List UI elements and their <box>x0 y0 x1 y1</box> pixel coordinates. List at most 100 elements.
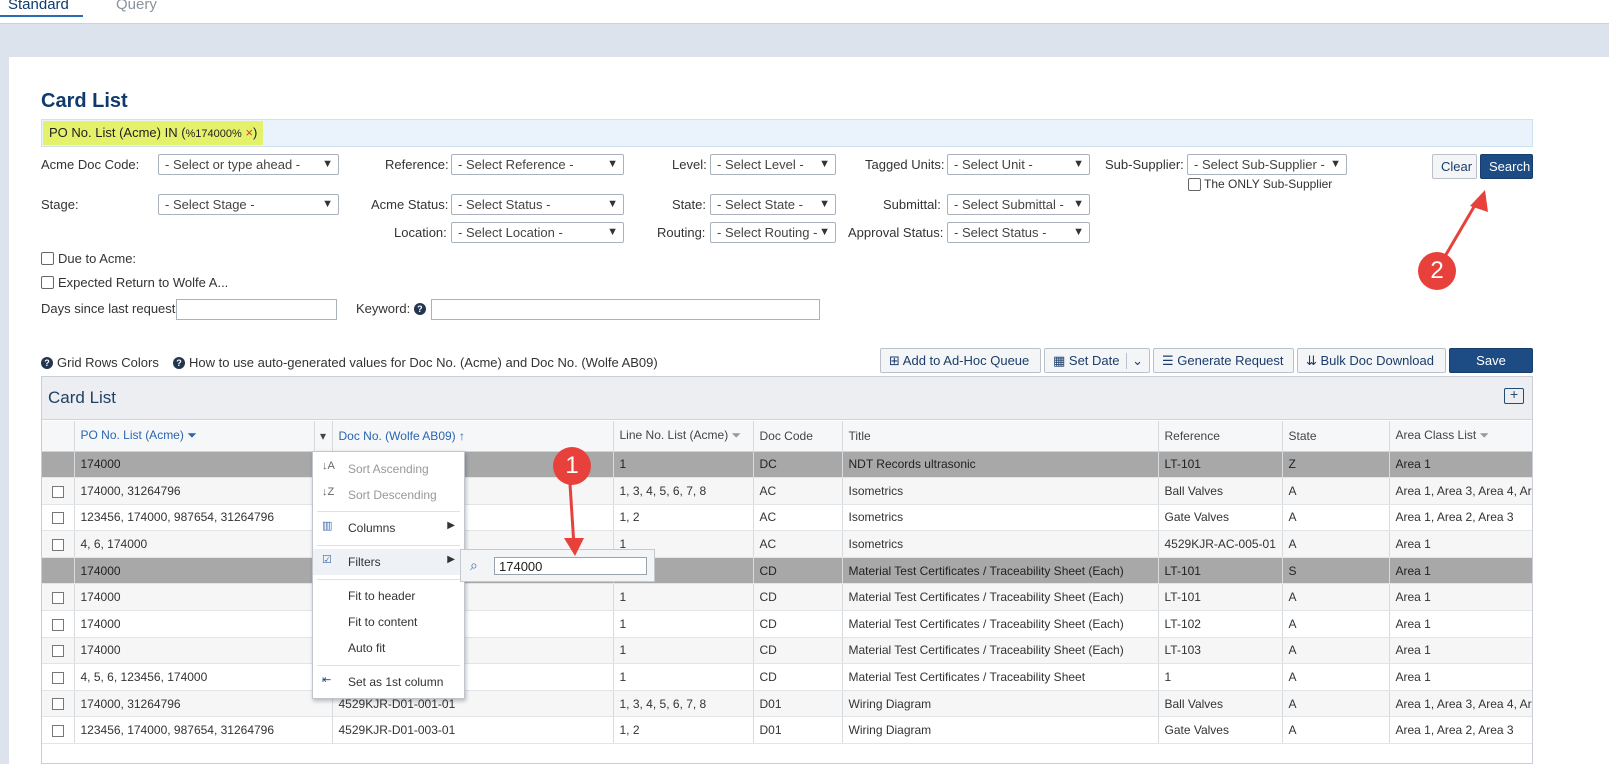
row-checkbox[interactable] <box>51 538 64 551</box>
column-header-title[interactable]: Title <box>842 421 1159 452</box>
bulk-doc-download-button[interactable]: ⇊ Bulk Doc Download <box>1297 348 1446 373</box>
column-header-state[interactable]: State <box>1282 421 1390 452</box>
row-checkbox[interactable] <box>51 485 64 498</box>
cell-ref: LT-101 <box>1158 583 1283 612</box>
close-icon[interactable]: × <box>245 125 253 140</box>
grid-rows-colors-link[interactable]: ? Grid Rows Colors <box>41 355 159 370</box>
column-header-code[interactable]: Doc Code <box>753 421 843 452</box>
approval-status-select[interactable]: - Select Status - ▼ <box>947 222 1090 243</box>
checkbox-checked-icon: ☑ <box>322 554 332 566</box>
keyword-input[interactable] <box>431 299 820 320</box>
table-row[interactable]: 123456, 174000, 987654, 31264796 1, 2 AC Is… <box>42 504 1532 532</box>
only-sub-supplier-checkbox[interactable] <box>1188 178 1201 191</box>
table-row[interactable]: 174000, 31264796 4529KJR-D01-001-01 1, 3, … <box>42 690 1532 718</box>
table-row[interactable]: 4, 6, 174000eet 1 of 1)1ACIsometrics4529… <box>42 530 1532 558</box>
tab-query[interactable]: Query <box>116 0 157 13</box>
row-checkbox-cell[interactable] <box>42 637 75 665</box>
clear-button[interactable]: Clear <box>1432 154 1477 179</box>
filter-value-input[interactable]: 174000 <box>494 557 647 575</box>
menu-sort-ascending[interactable]: ↓A Sort Ascending <box>313 456 464 482</box>
row-checkbox-cell[interactable] <box>42 690 75 718</box>
menu-fit-header[interactable]: Fit to header <box>313 583 464 609</box>
menu-fit-content[interactable]: Fit to content <box>313 609 464 635</box>
column-menu-toggle[interactable]: ▾ <box>314 421 333 452</box>
row-checkbox[interactable] <box>51 592 64 605</box>
cell-title: Material Test Certificates / Traceabilit… <box>842 637 1159 665</box>
cell-doc: 4529KJR-D01-003-01 <box>332 716 614 745</box>
row-checkbox[interactable] <box>51 671 64 684</box>
submittal-label: Submittal: <box>883 197 941 212</box>
chevron-down-icon: ▼ <box>819 226 830 238</box>
column-header-line[interactable]: Line No. List (Acme) ⏷ <box>613 421 754 452</box>
cell-title: NDT Records ultrasonic <box>842 451 1159 479</box>
row-checkbox[interactable] <box>51 645 64 658</box>
approval-status-label: Approval Status: <box>848 225 944 240</box>
location-select[interactable]: - Select Location - ▼ <box>451 222 624 243</box>
row-checkbox[interactable] <box>51 512 64 525</box>
menu-filters[interactable]: ☑ Filters ▶ <box>313 549 464 575</box>
row-checkbox-cell[interactable] <box>42 504 75 532</box>
cell-title: Material Test Certificates / Traceabilit… <box>842 610 1159 638</box>
state-select[interactable]: - Select State - ▼ <box>710 194 836 215</box>
chevron-down-icon[interactable]: ⌄ <box>1126 353 1143 369</box>
level-select[interactable]: - Select Level - ▼ <box>710 154 836 175</box>
row-checkbox-cell[interactable] <box>42 557 75 585</box>
annotation-marker-1: 1 <box>553 447 591 485</box>
menu-sort-descending[interactable]: ↓Z Sort Descending <box>313 482 464 508</box>
row-checkbox-cell[interactable] <box>42 530 75 558</box>
days-since-input[interactable] <box>176 299 337 320</box>
table-row[interactable]: 174000, 31264796 1, 3, 4, 5, 6, 7, 8 AC Iso… <box>42 477 1532 505</box>
table-row[interactable]: 4, 5, 6, 123456, 174000 1 CD Material Test … <box>42 663 1532 691</box>
tab-standard[interactable]: Standard <box>0 0 83 17</box>
help-icon[interactable]: ? <box>413 303 426 315</box>
cell-ref: Gate Valves <box>1158 504 1283 532</box>
table-row[interactable]: 123456, 174000, 987654, 31264796 4529KJR-… <box>42 716 1532 745</box>
row-checkbox[interactable] <box>51 698 64 711</box>
row-checkbox-cell[interactable] <box>42 583 75 612</box>
row-checkbox-cell[interactable] <box>42 610 75 638</box>
acme-status-select[interactable]: - Select Status - ▼ <box>451 194 624 215</box>
due-to-acme-checkbox[interactable] <box>41 252 54 265</box>
add-folder-icon[interactable]: + <box>1504 386 1524 404</box>
row-checkbox[interactable] <box>51 618 64 631</box>
row-checkbox-cell[interactable] <box>42 716 75 745</box>
row-checkbox[interactable] <box>51 725 64 738</box>
set-date-button[interactable]: ▦ Set Date ⌄ <box>1044 348 1150 373</box>
routing-select[interactable]: - Select Routing - ▼ <box>710 222 836 243</box>
table-row[interactable]: 174000 1 CD Material Test Certificates / Tr… <box>42 637 1532 665</box>
table-row[interactable]: 174000 1 CD Material Test Certificates / Tr… <box>42 583 1532 612</box>
tagged-units-select[interactable]: - Select Unit - ▼ <box>947 154 1090 175</box>
cell-ref: Gate Valves <box>1158 716 1283 745</box>
table-row[interactable]: 174000 1 DC NDT Records ultrasonic LT-101 Z Ar… <box>42 451 1532 479</box>
cell-line: 1 <box>613 583 754 612</box>
row-checkbox-cell[interactable] <box>42 477 75 505</box>
row-checkbox-cell[interactable] <box>42 663 75 691</box>
column-header-reference[interactable]: Reference <box>1158 421 1283 452</box>
save-button[interactable]: Save <box>1449 348 1533 373</box>
add-adhoc-queue-button[interactable]: ⊞ Add to Ad-Hoc Queue <box>880 348 1041 373</box>
submittal-select[interactable]: - Select Submittal - ▼ <box>947 194 1090 215</box>
auto-values-help-link[interactable]: ? How to use auto-generated values for Do… <box>173 355 658 370</box>
cell-area: Area 1 <box>1389 583 1532 612</box>
search-button[interactable]: Search <box>1480 154 1533 179</box>
stage-select[interactable]: - Select Stage - ▼ <box>158 194 339 215</box>
column-header-po[interactable]: PO No. List (Acme) ⏷ <box>74 421 315 452</box>
menu-auto-fit[interactable]: Auto fit <box>313 635 464 661</box>
filter-chip[interactable]: PO No. List (Acme) IN (%174000% ×) <box>43 121 264 145</box>
table-row[interactable]: 174000 1 CD Material Test Certificates / Tr… <box>42 610 1532 638</box>
row-checkbox-cell[interactable] <box>42 451 75 479</box>
sub-supplier-select[interactable]: - Select Sub-Supplier - ▼ <box>1187 154 1347 175</box>
expected-return-checkbox[interactable] <box>41 276 54 289</box>
reference-select[interactable]: - Select Reference - ▼ <box>451 154 624 175</box>
menu-columns[interactable]: ▥ Columns ▶ <box>313 515 464 541</box>
column-header-area[interactable]: Area Class List ⏷ <box>1389 421 1532 452</box>
column-context-menu: ↓A Sort Ascending ↓Z Sort Descending ▥ Colu… <box>312 451 465 699</box>
cell-code: AC <box>753 530 843 558</box>
menu-set-first-column[interactable]: ⇤ Set as 1st column <box>313 669 464 695</box>
columns-icon: ▥ <box>322 520 333 532</box>
cell-state: A <box>1282 716 1390 745</box>
acme-doc-code-select[interactable]: - Select or type ahead - ▼ <box>158 154 339 175</box>
generate-request-button[interactable]: ☰ Generate Request <box>1153 348 1294 373</box>
table-row[interactable]: 174000 CD Material Test Certificates / Tra… <box>42 557 1532 585</box>
cell-po: 174000, 31264796 <box>74 477 333 505</box>
